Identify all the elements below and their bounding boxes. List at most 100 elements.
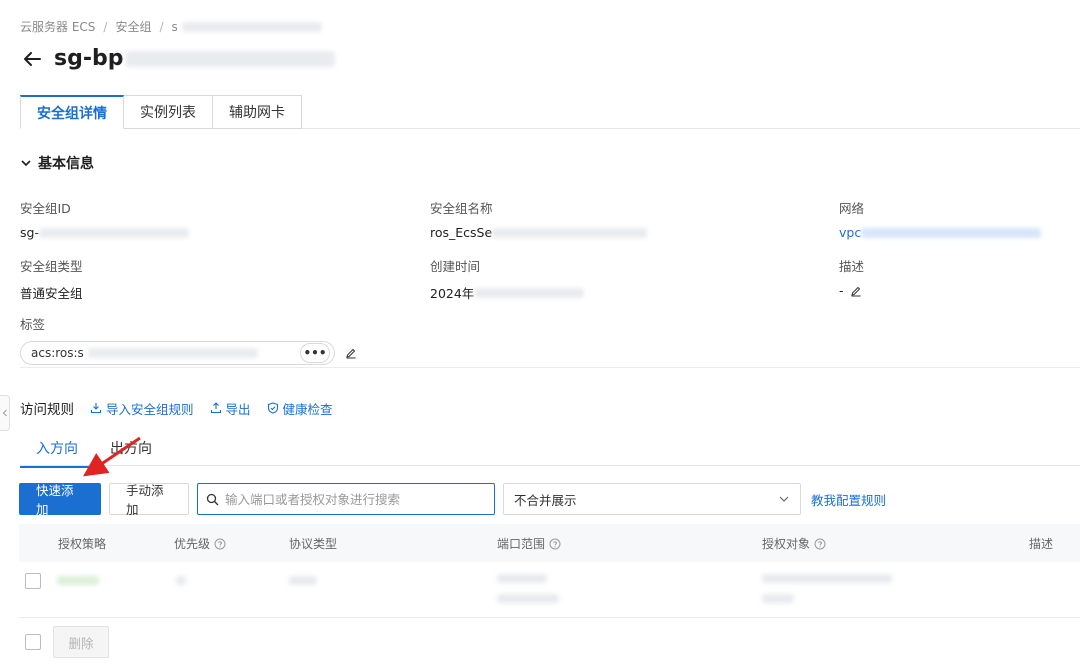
help-circle-icon[interactable] bbox=[214, 538, 226, 550]
merge-display-select[interactable]: 不合并展示 bbox=[503, 483, 801, 515]
back-arrow-icon[interactable] bbox=[20, 47, 44, 71]
col-policy-label: 授权策略 bbox=[58, 537, 107, 551]
field-label: 创建时间 bbox=[430, 259, 481, 274]
field-sg-type: 安全组类型 普通安全组 bbox=[20, 256, 83, 302]
field-label: 网络 bbox=[839, 201, 865, 216]
health-check-label: 健康检查 bbox=[282, 401, 333, 417]
col-source: 授权对象 bbox=[762, 535, 826, 552]
sg-name-value: ros_EcsSe bbox=[430, 225, 493, 240]
rules-table-header: 授权策略 优先级 协议类型 端口范围 授权对象 描述 bbox=[19, 524, 1080, 562]
direction-tabs-divider bbox=[20, 465, 1080, 466]
redacted-cell bbox=[497, 574, 547, 583]
breadcrumb: 云服务器 ECS / 安全组 / s bbox=[20, 18, 322, 35]
manual-add-button[interactable]: 手动添加 bbox=[109, 483, 189, 517]
rules-toolbar: 快速添加 手动添加 不合并展示 教我配置规则 bbox=[19, 483, 886, 517]
merge-display-value: 不合并展示 bbox=[514, 492, 577, 508]
field-label: 安全组名称 bbox=[430, 201, 493, 216]
redacted-text bbox=[87, 348, 258, 358]
breadcrumb-security-group[interactable]: 安全组 bbox=[115, 18, 151, 35]
tag-pill: acs:ros:s ••• bbox=[20, 341, 335, 365]
tab-outbound[interactable]: 出方向 bbox=[94, 438, 168, 468]
col-priority-label: 优先级 bbox=[174, 537, 211, 551]
delete-button[interactable]: 删除 bbox=[53, 626, 109, 658]
quick-add-button[interactable]: 快速添加 bbox=[19, 483, 101, 517]
sidebar-collapse-handle[interactable] bbox=[0, 395, 10, 431]
chevron-down-icon bbox=[779, 496, 789, 502]
export-icon bbox=[210, 402, 221, 414]
field-value: sg- bbox=[20, 225, 189, 240]
col-policy: 授权策略 bbox=[58, 535, 106, 552]
table-footer: 删除 bbox=[19, 626, 109, 658]
help-circle-icon[interactable] bbox=[549, 538, 561, 550]
tab-secondary-eni[interactable]: 辅助网卡 bbox=[213, 95, 302, 129]
breadcrumb-separator: / bbox=[103, 19, 108, 34]
field-label: 标签 bbox=[20, 317, 46, 332]
import-rules-label: 导入安全组规则 bbox=[106, 401, 194, 417]
created-time-value: 2024年 bbox=[430, 286, 475, 301]
export-link[interactable]: 导出 bbox=[210, 399, 251, 418]
access-rules-title: 访问规则 bbox=[20, 402, 74, 418]
select-all-checkbox[interactable] bbox=[25, 634, 41, 650]
tab-inbound[interactable]: 入方向 bbox=[20, 438, 94, 468]
help-circle-icon[interactable] bbox=[814, 538, 826, 550]
tab-sg-details[interactable]: 安全组详情 bbox=[20, 95, 124, 129]
chevron-left-icon bbox=[2, 409, 7, 417]
rule-search-box[interactable] bbox=[197, 483, 495, 515]
table-row bbox=[19, 562, 1080, 618]
col-port-label: 端口范围 bbox=[497, 537, 546, 551]
field-value: - bbox=[839, 283, 864, 298]
import-icon bbox=[90, 403, 102, 414]
redacted-text bbox=[38, 227, 189, 238]
chevron-down-icon bbox=[21, 160, 31, 167]
redacted-text bbox=[125, 50, 336, 67]
edit-pencil-icon[interactable] bbox=[850, 285, 862, 297]
export-label: 导出 bbox=[225, 401, 251, 417]
field-sg-name: 安全组名称 ros_EcsSe bbox=[430, 198, 648, 240]
help-config-rules-link[interactable]: 教我配置规则 bbox=[811, 490, 886, 509]
redacted-cell bbox=[762, 594, 794, 603]
shield-check-icon bbox=[267, 402, 278, 414]
breadcrumb-separator: / bbox=[159, 19, 164, 34]
redacted-text bbox=[181, 21, 322, 32]
breadcrumb-ecs[interactable]: 云服务器 ECS bbox=[20, 18, 95, 35]
field-network: 网络 vpc bbox=[839, 198, 1042, 240]
field-label: 描述 bbox=[839, 259, 865, 274]
field-tags: 标签 acs:ros:s ••• bbox=[20, 314, 357, 365]
tags-row: acs:ros:s ••• bbox=[20, 341, 357, 365]
row-checkbox[interactable] bbox=[25, 573, 41, 589]
more-tags-button[interactable]: ••• bbox=[300, 343, 330, 363]
redacted-text bbox=[861, 227, 1042, 238]
breadcrumb-current: s bbox=[171, 19, 178, 34]
import-rules-link[interactable]: 导入安全组规则 bbox=[90, 399, 194, 418]
sg-type-value: 普通安全组 bbox=[20, 286, 83, 301]
description-value: - bbox=[839, 283, 844, 298]
field-label: 安全组ID bbox=[20, 201, 71, 216]
col-protocol-label: 协议类型 bbox=[289, 537, 338, 551]
rule-search-input[interactable] bbox=[225, 491, 475, 507]
col-source-label: 授权对象 bbox=[762, 537, 811, 551]
redacted-cell bbox=[57, 576, 99, 585]
field-label: 安全组类型 bbox=[20, 259, 83, 274]
field-value: 2024年 bbox=[430, 283, 585, 302]
sg-id-value: sg- bbox=[20, 225, 39, 240]
col-port: 端口范围 bbox=[497, 535, 561, 552]
basic-info-heading: 基本信息 bbox=[38, 156, 94, 172]
col-desc-label: 描述 bbox=[1029, 537, 1054, 551]
network-value: vpc bbox=[839, 225, 862, 240]
search-icon bbox=[206, 493, 219, 505]
field-description: 描述 - bbox=[839, 256, 864, 298]
title-row: sg-bp bbox=[20, 46, 336, 71]
col-protocol: 协议类型 bbox=[289, 535, 337, 552]
direction-tabs: 入方向 出方向 bbox=[20, 438, 168, 468]
col-priority: 优先级 bbox=[174, 535, 226, 552]
redacted-cell bbox=[289, 576, 317, 585]
edit-pencil-icon[interactable] bbox=[345, 347, 357, 359]
redacted-text bbox=[474, 287, 585, 298]
redacted-cell bbox=[176, 576, 186, 585]
network-link[interactable]: vpc bbox=[839, 225, 1042, 240]
section-divider bbox=[20, 367, 1080, 368]
health-check-link[interactable]: 健康检查 bbox=[267, 399, 333, 418]
tab-instance-list[interactable]: 实例列表 bbox=[124, 95, 213, 129]
field-created-time: 创建时间 2024年 bbox=[430, 256, 585, 302]
basic-info-toggle[interactable]: 基本信息 bbox=[20, 153, 94, 173]
